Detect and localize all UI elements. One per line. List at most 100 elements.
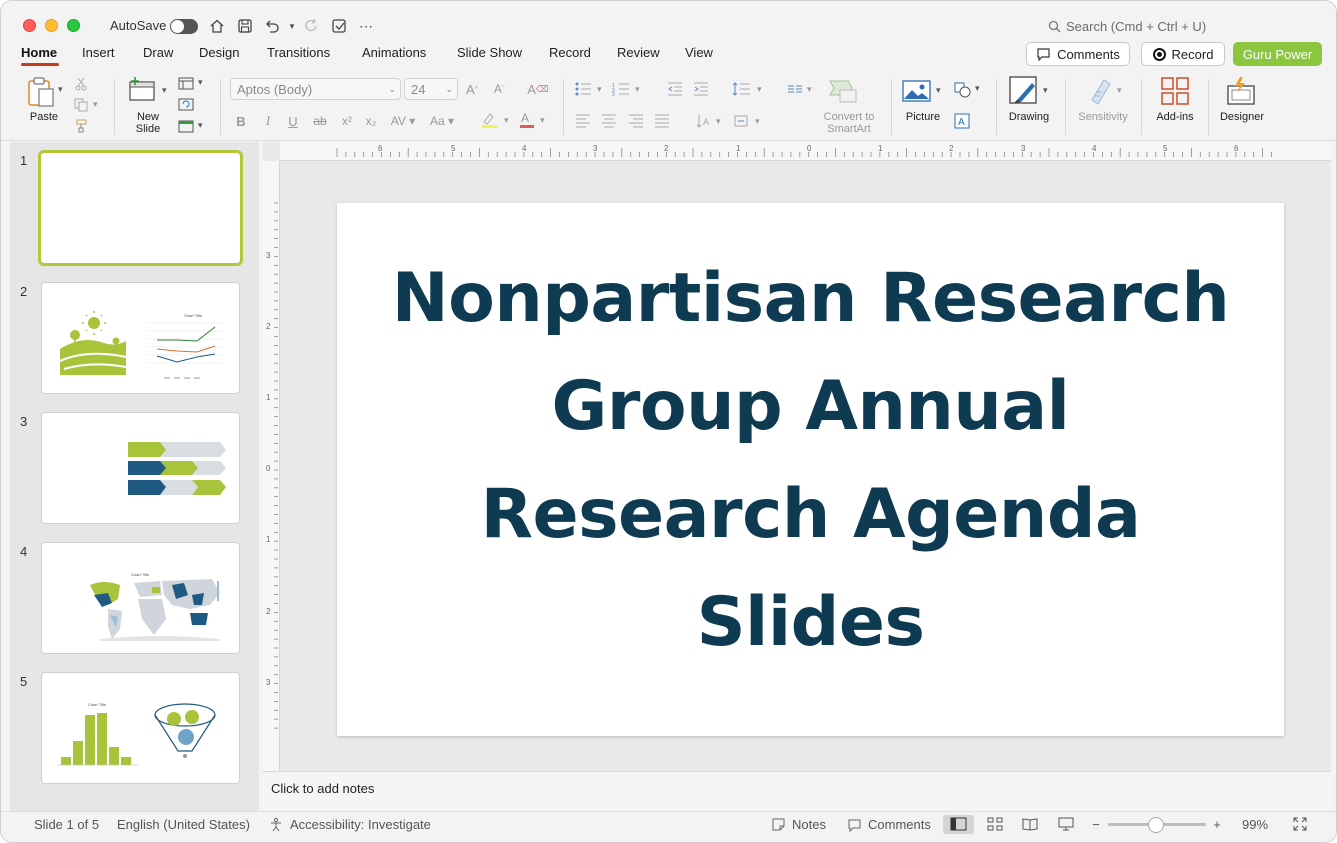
tab-record[interactable]: Record: [549, 45, 591, 60]
thumbnail-number: 5: [20, 674, 28, 689]
save-icon[interactable]: [236, 17, 254, 35]
zoom-level[interactable]: 99%: [1242, 817, 1268, 832]
ruler-label: 5: [451, 144, 456, 153]
notes-toggle-button[interactable]: Notes: [771, 817, 826, 832]
section-dropdown-icon[interactable]: ▾: [198, 120, 203, 131]
designer-label: Designer: [1219, 111, 1265, 123]
drawing-label: Drawing: [1008, 111, 1050, 123]
undo-icon[interactable]: [263, 17, 281, 35]
chevron-down-icon: ⌄: [445, 84, 453, 94]
font-size-value: 24: [411, 82, 426, 97]
autosave-toggle[interactable]: [170, 19, 198, 34]
search-placeholder: Search (Cmd + Ctrl + U): [1066, 19, 1207, 34]
convert-to-smartart-icon: [827, 77, 861, 105]
convert-smartart-label-1: Convert to: [823, 111, 875, 123]
align-center-icon: [600, 113, 618, 129]
font-family-select[interactable]: Aptos (Body) ⌄: [230, 78, 401, 100]
shapes-dropdown-icon[interactable]: ▾: [975, 83, 980, 94]
tab-design[interactable]: Design: [199, 45, 239, 60]
svg-text:▾: ▾: [504, 115, 509, 125]
ruler-label: 2: [266, 607, 271, 616]
columns-icon: ▾: [787, 81, 817, 97]
format-painter-icon[interactable]: [73, 118, 89, 134]
fit-to-window-icon[interactable]: [1291, 816, 1309, 832]
search-box[interactable]: Search (Cmd + Ctrl + U): [1048, 19, 1206, 34]
increase-indent-icon: [692, 81, 710, 97]
slide-show-view-icon[interactable]: [1057, 816, 1075, 832]
zoom-slider-handle[interactable]: [1148, 817, 1164, 833]
add-ins-label: Add-ins: [1156, 111, 1194, 123]
layout-icon[interactable]: [177, 75, 195, 91]
comments-button[interactable]: Comments: [1026, 42, 1130, 66]
tab-review[interactable]: Review: [617, 45, 660, 60]
zoom-window-button[interactable]: [67, 19, 80, 32]
layout-dropdown-icon[interactable]: ▾: [198, 77, 203, 88]
horizontal-ruler: [280, 142, 1331, 161]
record-button[interactable]: Record: [1141, 42, 1225, 66]
add-ins-icon[interactable]: [1159, 75, 1191, 107]
new-slide-label-2: Slide: [135, 123, 161, 135]
font-family-value: Aptos (Body): [237, 82, 313, 97]
shapes-icon[interactable]: [953, 81, 973, 99]
zoom-in-button[interactable]: +: [1211, 816, 1223, 832]
tab-animations[interactable]: Animations: [362, 45, 426, 60]
more-icon[interactable]: ⋯: [357, 17, 375, 35]
slide-title[interactable]: Nonpartisan Research Group Annual Resear…: [377, 245, 1244, 677]
bullets-icon: ▾: [574, 81, 606, 97]
drawing-icon[interactable]: [1008, 75, 1040, 107]
new-slide-icon[interactable]: [127, 75, 159, 105]
slide-thumbnail-2[interactable]: Chart Title: [41, 282, 240, 394]
accessibility-icon: [271, 817, 281, 832]
ruler-label: 1: [266, 393, 271, 402]
new-slide-dropdown-icon[interactable]: ▾: [162, 85, 167, 96]
ribbon-separator: [891, 79, 892, 135]
slide-thumbnail-1[interactable]: [38, 150, 243, 266]
tab-slide-show[interactable]: Slide Show: [457, 45, 522, 60]
slide-sorter-view-icon[interactable]: [986, 816, 1004, 832]
ruler-label: 6: [378, 144, 383, 153]
slide-thumbnail-5[interactable]: Chart Title: [41, 672, 240, 784]
justify-icon: [653, 113, 671, 129]
customize-icon[interactable]: [330, 17, 348, 35]
font-size-select[interactable]: 24 ⌄: [404, 78, 458, 100]
ruler-label: 6: [1234, 144, 1239, 153]
home-icon[interactable]: [208, 17, 226, 35]
drawing-dropdown-icon[interactable]: ▾: [1043, 85, 1048, 96]
close-window-button[interactable]: [23, 19, 36, 32]
ruler-label: 4: [522, 144, 527, 153]
language-indicator[interactable]: English (United States): [117, 817, 250, 832]
designer-icon[interactable]: [1225, 75, 1257, 107]
accessibility-status[interactable]: Accessibility: Investigate: [269, 817, 431, 832]
reset-slide-icon[interactable]: [177, 96, 195, 112]
tab-draw[interactable]: Draw: [143, 45, 173, 60]
tab-transitions[interactable]: Transitions: [267, 45, 330, 60]
normal-view-button[interactable]: [943, 815, 974, 834]
comments-toggle-button[interactable]: Comments: [847, 817, 931, 832]
reading-view-icon[interactable]: [1021, 816, 1039, 832]
thumbnail-number: 4: [20, 544, 28, 559]
guru-power-button[interactable]: Guru Power: [1233, 42, 1322, 66]
ruler-label: 3: [266, 678, 271, 687]
current-slide[interactable]: Nonpartisan Research Group Annual Resear…: [337, 203, 1284, 736]
tab-insert[interactable]: Insert: [82, 45, 115, 60]
slide-thumbnail-3[interactable]: [41, 412, 240, 524]
undo-dropdown-icon[interactable]: ▾: [283, 17, 301, 35]
tab-view[interactable]: View: [685, 45, 713, 60]
picture-dropdown-icon[interactable]: ▾: [936, 85, 941, 96]
paste-icon[interactable]: [23, 76, 59, 108]
picture-icon[interactable]: [902, 77, 932, 105]
minimize-window-button[interactable]: [45, 19, 58, 32]
zoom-out-button[interactable]: −: [1090, 816, 1102, 832]
notes-placeholder[interactable]: Click to add notes: [271, 781, 374, 796]
slide-thumbnail-4[interactable]: Chart Title: [41, 542, 240, 654]
powerpoint-window: AutoSave ▾ ⋯ Search (Cmd + Ctrl + U) Hom…: [0, 0, 1337, 843]
line-spacing-icon: ▾: [732, 81, 766, 97]
ruler-label: 1: [266, 535, 271, 544]
section-icon[interactable]: [177, 118, 195, 134]
text-box-icon[interactable]: A: [953, 112, 971, 130]
italic-icon: I: [265, 113, 271, 128]
paste-dropdown-icon[interactable]: ▾: [58, 84, 63, 95]
svg-text:▾: ▾: [635, 84, 640, 94]
notes-pane[interactable]: Click to add notes: [263, 771, 1331, 809]
tab-home[interactable]: Home: [21, 45, 57, 60]
